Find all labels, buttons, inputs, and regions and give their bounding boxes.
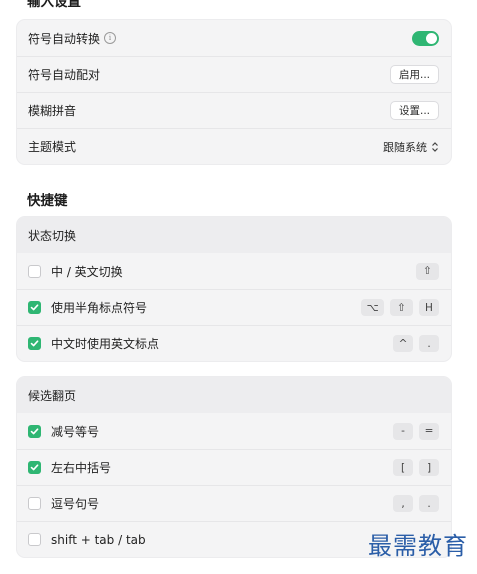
- up-down-chevron-icon: [432, 141, 438, 152]
- shortcut-key[interactable]: ⇧: [416, 262, 439, 280]
- fuzzy-pinyin-row: 模糊拼音 设置...: [17, 92, 451, 128]
- settings-button[interactable]: 设置...: [389, 101, 439, 120]
- state-switch-row: 使用半角标点符号 ⌥ ⇧ H: [17, 289, 451, 325]
- shortcut-key[interactable]: .: [419, 495, 439, 512]
- shortcut-key[interactable]: .: [419, 335, 439, 352]
- shortcut-key[interactable]: ⇧: [390, 299, 413, 316]
- auto-pair-row: 符号自动配对 启用...: [17, 56, 451, 92]
- paging-checkbox[interactable]: [28, 533, 41, 546]
- state-switch-checkbox[interactable]: [28, 301, 41, 314]
- auto-convert-toggle[interactable]: [412, 30, 439, 46]
- paging-row: 左右中括号 []: [17, 449, 451, 485]
- paging-label: 减号等号: [51, 424, 100, 439]
- enable-button[interactable]: 启用...: [389, 65, 439, 84]
- shortcut-key[interactable]: [: [393, 459, 413, 476]
- auto-pair-label: 符号自动配对: [28, 68, 101, 82]
- state-switch-checkbox[interactable]: [28, 264, 41, 278]
- paging-header: 候选翻页: [17, 377, 451, 413]
- paging-checkbox[interactable]: [28, 424, 41, 438]
- info-icon[interactable]: i: [104, 32, 117, 44]
- auto-convert-row: 符号自动转换 i: [17, 20, 451, 56]
- checkmark-icon: [30, 340, 39, 347]
- shortcut-key[interactable]: ]: [419, 459, 439, 476]
- state-switch-checkbox[interactable]: [28, 337, 41, 350]
- shortcut-key[interactable]: -: [393, 422, 413, 440]
- input-settings-card: 符号自动转换 i 符号自动配对 启用... 模糊拼音 设置... 主题模式 跟随…: [16, 19, 452, 165]
- state-switch-card: 状态切换 中 / 英文切换 ⇧ 使用半角标点符号 ⌥ ⇧ H 中文时使用英文标点 ^.: [16, 216, 452, 362]
- state-switch-row: 中文时使用英文标点 ^.: [17, 325, 451, 361]
- fuzzy-pinyin-label: 模糊拼音: [28, 104, 77, 118]
- paging-label: 左右中括号: [51, 461, 112, 475]
- shortcut-key[interactable]: =: [419, 422, 439, 440]
- paging-header-label: 候选翻页: [28, 388, 77, 403]
- shortcut-key[interactable]: H: [419, 299, 439, 316]
- shortcut-key[interactable]: ⌥: [361, 299, 384, 316]
- watermark-logo: 最需教育: [368, 532, 468, 560]
- shortcut-key[interactable]: ^: [393, 335, 413, 352]
- checkmark-icon: [30, 427, 39, 434]
- state-switch-header-label: 状态切换: [28, 228, 77, 243]
- theme-label: 主题模式: [28, 140, 77, 154]
- input-settings-title: 输入设置: [27, 0, 81, 10]
- theme-select[interactable]: 跟随系统: [383, 139, 439, 155]
- toggle-knob: [426, 32, 437, 44]
- paging-label: shift + tab / tab: [51, 532, 146, 547]
- paging-checkbox[interactable]: [28, 461, 41, 474]
- paging-checkbox[interactable]: [28, 497, 41, 510]
- theme-select-value: 跟随系统: [383, 140, 427, 154]
- paging-row: 逗号句号,.: [17, 485, 451, 521]
- state-switch-row: 中 / 英文切换 ⇧: [17, 253, 451, 289]
- checkmark-icon: [30, 464, 39, 471]
- paging-label: 逗号句号: [51, 497, 100, 511]
- theme-row: 主题模式 跟随系统: [17, 128, 451, 164]
- auto-convert-label: 符号自动转换: [28, 31, 101, 46]
- state-switch-label: 中 / 英文切换: [51, 264, 123, 279]
- checkmark-icon: [30, 304, 39, 311]
- state-switch-label: 使用半角标点符号: [51, 301, 148, 315]
- shortcuts-title: 快捷键: [27, 193, 68, 209]
- paging-row: 减号等号 - =: [17, 413, 451, 449]
- state-switch-label: 中文时使用英文标点: [51, 337, 160, 351]
- shortcut-key[interactable]: ,: [393, 495, 413, 512]
- state-switch-header: 状态切换: [17, 217, 451, 253]
